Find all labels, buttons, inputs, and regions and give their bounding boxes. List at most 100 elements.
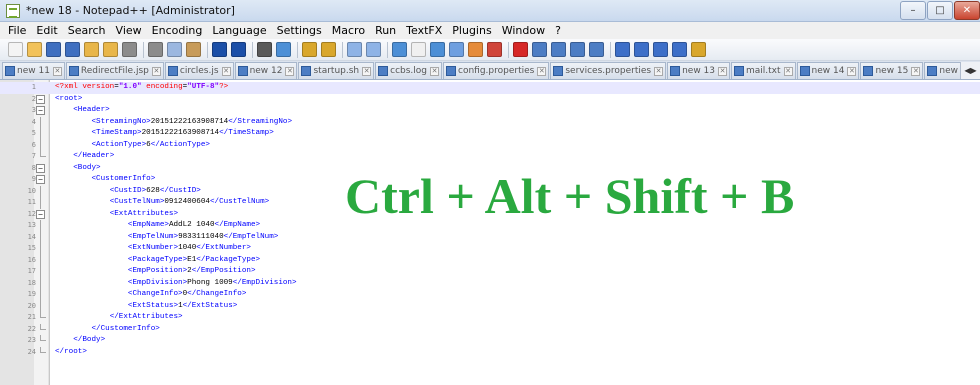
tab-scroll-arrows[interactable]: ◀▶ (960, 62, 980, 79)
record-macro-icon[interactable] (513, 42, 528, 57)
close-icon[interactable] (84, 42, 99, 57)
minimize-button[interactable]: – (900, 1, 926, 20)
code-line[interactable]: 5 <TimeStamp>20151222163908714</TimeStam… (0, 128, 980, 140)
tab-new-15[interactable]: new 15 ✕ (860, 62, 924, 79)
sync-vertical-icon[interactable] (347, 42, 362, 57)
function-list-icon[interactable] (487, 42, 502, 57)
tab-new-14[interactable]: new 14 ✕ (796, 62, 860, 79)
user-define-icon[interactable] (449, 42, 464, 57)
play-multiple-icon[interactable] (570, 42, 585, 57)
fold-collapse-icon[interactable]: − (36, 94, 45, 104)
arrow-up-icon[interactable] (634, 42, 649, 57)
fold-collapse-icon[interactable]: − (36, 209, 45, 219)
menu-view[interactable]: View (111, 22, 147, 39)
tab-new-12[interactable]: new 12 ✕ (234, 62, 298, 79)
plugin-icon[interactable] (691, 42, 706, 57)
tab-config-properties[interactable]: config.properties ✕ (443, 62, 550, 79)
code-line[interactable]: 21 </ExtAttributes> (0, 312, 980, 324)
tab-circles-js[interactable]: circles.js ✕ (164, 62, 234, 79)
code-line[interactable]: 24 </root> (0, 346, 980, 359)
tab-new-13[interactable]: new 13 ✕ (667, 62, 730, 79)
show-all-chars-icon[interactable] (411, 42, 426, 57)
menu-search[interactable]: Search (63, 22, 111, 39)
replace-icon[interactable] (276, 42, 291, 57)
compare-icon[interactable] (672, 42, 687, 57)
code-line[interactable]: 6 <ActionType>6</ActionType> (0, 139, 980, 151)
open-folder-icon[interactable] (27, 42, 42, 57)
menu-window[interactable]: Window (497, 22, 550, 39)
tab-close-icon[interactable]: ✕ (285, 66, 295, 76)
code-line[interactable]: 19 <ChangeInfo>0</ChangeInfo> (0, 289, 980, 301)
code-line[interactable]: 18 <EmpDivision>Phong 1009</EmpDivision> (0, 277, 980, 289)
close-button[interactable]: ✕ (954, 1, 980, 20)
menu-file[interactable]: File (3, 22, 31, 39)
code-line[interactable]: 22 </CustomerInfo> (0, 323, 980, 336)
code-line[interactable]: 20 <ExtStatus>1</ExtStatus> (0, 300, 980, 312)
tab-close-icon[interactable]: ✕ (537, 66, 547, 76)
fold-collapse-icon[interactable]: − (36, 175, 45, 184)
tab-close-icon[interactable]: ✕ (783, 66, 793, 76)
code-line[interactable]: 7 </Header> (0, 151, 980, 163)
code-line[interactable]: 3− <Header> (0, 105, 980, 117)
editor-area[interactable]: 1 <?xml version="1.0" encoding="UTF-8"?> 2… (0, 80, 980, 385)
tab-mail-txt[interactable]: mail.txt ✕ (731, 62, 796, 79)
cut-icon[interactable] (148, 42, 163, 57)
menu-textfx[interactable]: TextFX (401, 22, 447, 39)
zoom-out-icon[interactable] (321, 42, 336, 57)
indent-guide-icon[interactable] (430, 42, 445, 57)
tab-close-icon[interactable]: ✕ (52, 66, 62, 76)
tab-redirectfile-jsp[interactable]: RedirectFile.jsp ✕ (65, 62, 164, 79)
code-line[interactable]: 23 </Body> (0, 335, 980, 347)
tab-close-icon[interactable]: ✕ (654, 66, 664, 76)
maximize-button[interactable]: □ (927, 1, 953, 20)
code-line[interactable]: 14 <EmpTelNum>9833111040</EmpTelNum> (0, 231, 980, 243)
save-all-icon[interactable] (65, 42, 80, 57)
word-wrap-icon[interactable] (392, 42, 407, 57)
copy-icon[interactable] (167, 42, 182, 57)
menu-settings[interactable]: Settings (272, 22, 327, 39)
doc-map-icon[interactable] (468, 42, 483, 57)
sync-horizontal-icon[interactable] (366, 42, 381, 57)
tab-close-icon[interactable]: ✕ (430, 66, 440, 76)
tab-ccbs-log[interactable]: ccbs.log ✕ (375, 62, 443, 79)
code-line[interactable]: 16 <PackageType>E1</PackageType> (0, 254, 980, 266)
new-file-icon[interactable] (8, 42, 23, 57)
tab-close-icon[interactable]: ✕ (718, 66, 727, 76)
undo-icon[interactable] (212, 42, 227, 57)
fold-collapse-icon[interactable]: − (36, 106, 45, 115)
tab-services-properties[interactable]: services.properties ✕ (550, 62, 667, 79)
code-line[interactable]: 15 <ExtNumber>1040</ExtNumber> (0, 243, 980, 255)
menu-language[interactable]: Language (207, 22, 271, 39)
save-macro-icon[interactable] (589, 42, 604, 57)
menu-edit[interactable]: Edit (31, 22, 62, 39)
menu-macro[interactable]: Macro (327, 22, 370, 39)
fold-collapse-icon[interactable]: − (36, 163, 45, 173)
close-all-icon[interactable] (103, 42, 118, 57)
code-line[interactable]: 17 <EmpPosition>2</EmpPosition> (0, 266, 980, 278)
tab-close-icon[interactable]: ✕ (221, 66, 231, 76)
stop-macro-icon[interactable] (532, 42, 547, 57)
tab-startup-sh[interactable]: startup.sh ✕ (298, 62, 375, 79)
menu-run[interactable]: Run (370, 22, 401, 39)
tab-close-icon[interactable]: ✕ (151, 66, 161, 76)
code-line[interactable]: 2− <root> (0, 94, 980, 106)
tab-close-icon[interactable]: ✕ (911, 66, 921, 76)
menu-help[interactable]: ? (550, 22, 566, 39)
save-icon[interactable] (46, 42, 61, 57)
find-icon[interactable] (257, 42, 272, 57)
tab-new-11[interactable]: new 11 ✕ (2, 62, 65, 79)
arrow-down-icon[interactable] (653, 42, 668, 57)
menu-encoding[interactable]: Encoding (147, 22, 208, 39)
tab-close-icon[interactable]: ✕ (847, 66, 857, 76)
tab-close-icon[interactable]: ✕ (362, 66, 372, 76)
sort-icon[interactable] (615, 42, 630, 57)
notepad-plus-plus-icon[interactable] (6, 4, 20, 18)
paste-icon[interactable] (186, 42, 201, 57)
menu-plugins[interactable]: Plugins (447, 22, 496, 39)
print-icon[interactable] (122, 42, 137, 57)
play-macro-icon[interactable] (551, 42, 566, 57)
zoom-in-icon[interactable] (302, 42, 317, 57)
code-line[interactable]: 4 <StreamingNo>20151222163908714</Stream… (0, 116, 980, 128)
code-line[interactable]: 1 <?xml version="1.0" encoding="UTF-8"?> (0, 82, 980, 94)
redo-icon[interactable] (231, 42, 246, 57)
